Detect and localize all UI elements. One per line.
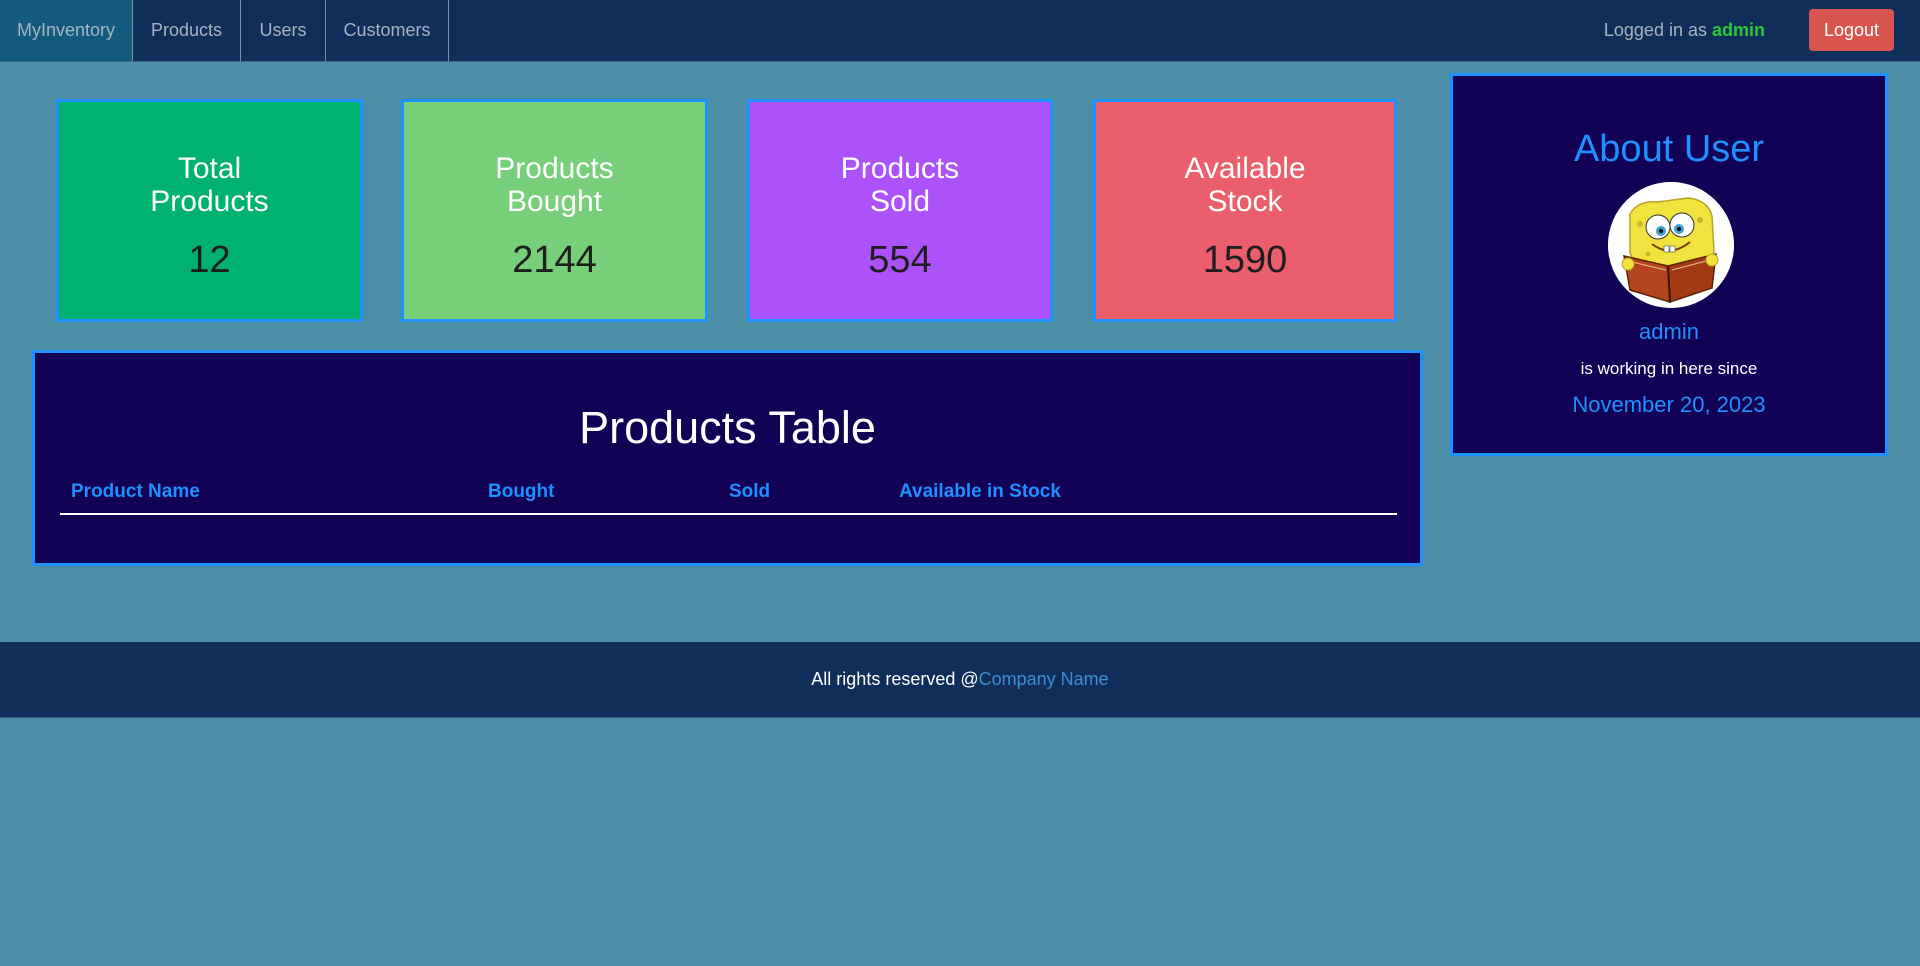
stat-card-available-stock: Available Stock 1590	[1093, 99, 1397, 322]
card-title: Products Bought	[495, 152, 614, 218]
footer-text: All rights reserved @	[811, 669, 979, 689]
stat-card-total-products: Total Products 12	[56, 99, 363, 322]
login-username: admin	[1711, 20, 1765, 40]
card-value: 12	[188, 239, 231, 281]
products-table-title: Products Table	[579, 402, 876, 453]
navbar: MyInventory Products Users Customers Log…	[0, 0, 1920, 62]
column-header-bought: Bought	[488, 481, 555, 502]
card-title: Total Products	[150, 152, 269, 218]
table-header-divider	[60, 513, 1397, 515]
card-value: 1590	[1202, 239, 1288, 281]
nav-item-users[interactable]: Users	[241, 0, 326, 61]
column-header-product-name: Product Name	[71, 481, 200, 502]
footer: All rights reserved @ Company Name	[0, 642, 1920, 718]
avatar	[1608, 182, 1734, 308]
nav-brand-link[interactable]: MyInventory	[0, 0, 133, 61]
column-header-available-in-stock: Available in Stock	[899, 481, 1061, 502]
card-title: Products Sold	[840, 152, 960, 218]
login-prefix: Logged in as	[1603, 20, 1707, 40]
stat-card-products-sold: Products Sold 554	[747, 99, 1053, 322]
nav-item-products[interactable]: Products	[133, 0, 241, 61]
column-header-sold: Sold	[729, 481, 771, 502]
about-user-title: About User	[1573, 128, 1765, 170]
about-since-date: November 20, 2023	[1572, 392, 1766, 417]
stat-card-products-bought: Products Bought 2144	[401, 99, 708, 322]
nav-item-customers[interactable]: Customers	[326, 0, 449, 61]
spongebob-avatar-icon	[1608, 182, 1734, 308]
footer-company-link[interactable]: Company Name	[979, 669, 1109, 690]
about-since-label: is working in here since	[1580, 359, 1758, 378]
card-value: 554	[868, 239, 932, 281]
card-value: 2144	[512, 239, 597, 281]
about-username: admin	[1639, 319, 1699, 344]
about-user-panel: About User admin is working in here sinc…	[1450, 73, 1888, 456]
products-table-panel: Products Table Product Name Bought Sold …	[32, 350, 1423, 566]
login-info: Logged in as admin	[1604, 0, 1765, 61]
logout-button[interactable]: Logout	[1809, 9, 1894, 51]
card-title: Available Stock	[1184, 152, 1306, 218]
